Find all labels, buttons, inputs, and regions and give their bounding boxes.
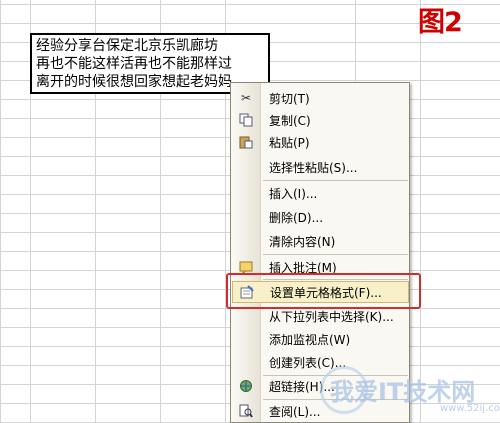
scissors-icon: ✂ xyxy=(240,91,252,105)
menu-item-copy[interactable]: 复制(C) xyxy=(232,109,409,131)
menu-item-label: 插入(I)... xyxy=(269,186,318,201)
figure-label: 图2 xyxy=(418,7,463,38)
menu-item-label: 粘贴(P) xyxy=(269,135,310,150)
menu-item-delete[interactable]: 删除(D)... xyxy=(232,206,409,228)
menu-item-clear-contents[interactable]: 清除内容(N) xyxy=(232,230,409,252)
copy-icon xyxy=(232,109,260,131)
menu-separator xyxy=(263,254,408,255)
menu-item-add-watch[interactable]: 添加监视点(W) xyxy=(232,328,409,350)
research-icon xyxy=(232,400,260,422)
menu-item-label: 查阅(L)... xyxy=(269,404,321,419)
menu-item-insert[interactable]: 插入(I)... xyxy=(232,182,409,204)
column-gridline xyxy=(420,0,421,423)
paste-icon xyxy=(232,131,260,153)
watermark-text: 我爱IT技术网 xyxy=(330,378,476,406)
cell-text-line: 再也不能这样活再也不能那样过 xyxy=(36,56,232,72)
menu-item-label: 清除内容(N) xyxy=(269,234,336,249)
menu-item-label: 从下拉列表中选择(K)... xyxy=(269,309,394,324)
menu-item-paste[interactable]: 粘贴(P) xyxy=(232,131,409,153)
menu-item-cut[interactable]: ✂ 剪切(T) xyxy=(232,87,409,109)
menu-item-label: 选择性粘贴(S)... xyxy=(269,160,358,175)
cell-text-line: 经验分享台保定北京乐凯廊坊 xyxy=(36,38,218,54)
menu-item-create-list[interactable]: 创建列表(C)... xyxy=(232,351,409,373)
menu-item-label: 复制(C) xyxy=(269,113,311,128)
highlight-annotation-frame xyxy=(226,273,421,309)
menu-item-label: 添加监视点(W) xyxy=(269,332,351,347)
menu-item-paste-special[interactable]: 选择性粘贴(S)... xyxy=(232,156,409,178)
watermark-url: www.52ij.com xyxy=(440,403,500,414)
menu-item-label: 剪切(T) xyxy=(269,91,310,106)
menu-separator xyxy=(263,180,408,181)
hyperlink-icon xyxy=(232,375,260,397)
menu-item-label: 删除(D)... xyxy=(269,210,324,225)
